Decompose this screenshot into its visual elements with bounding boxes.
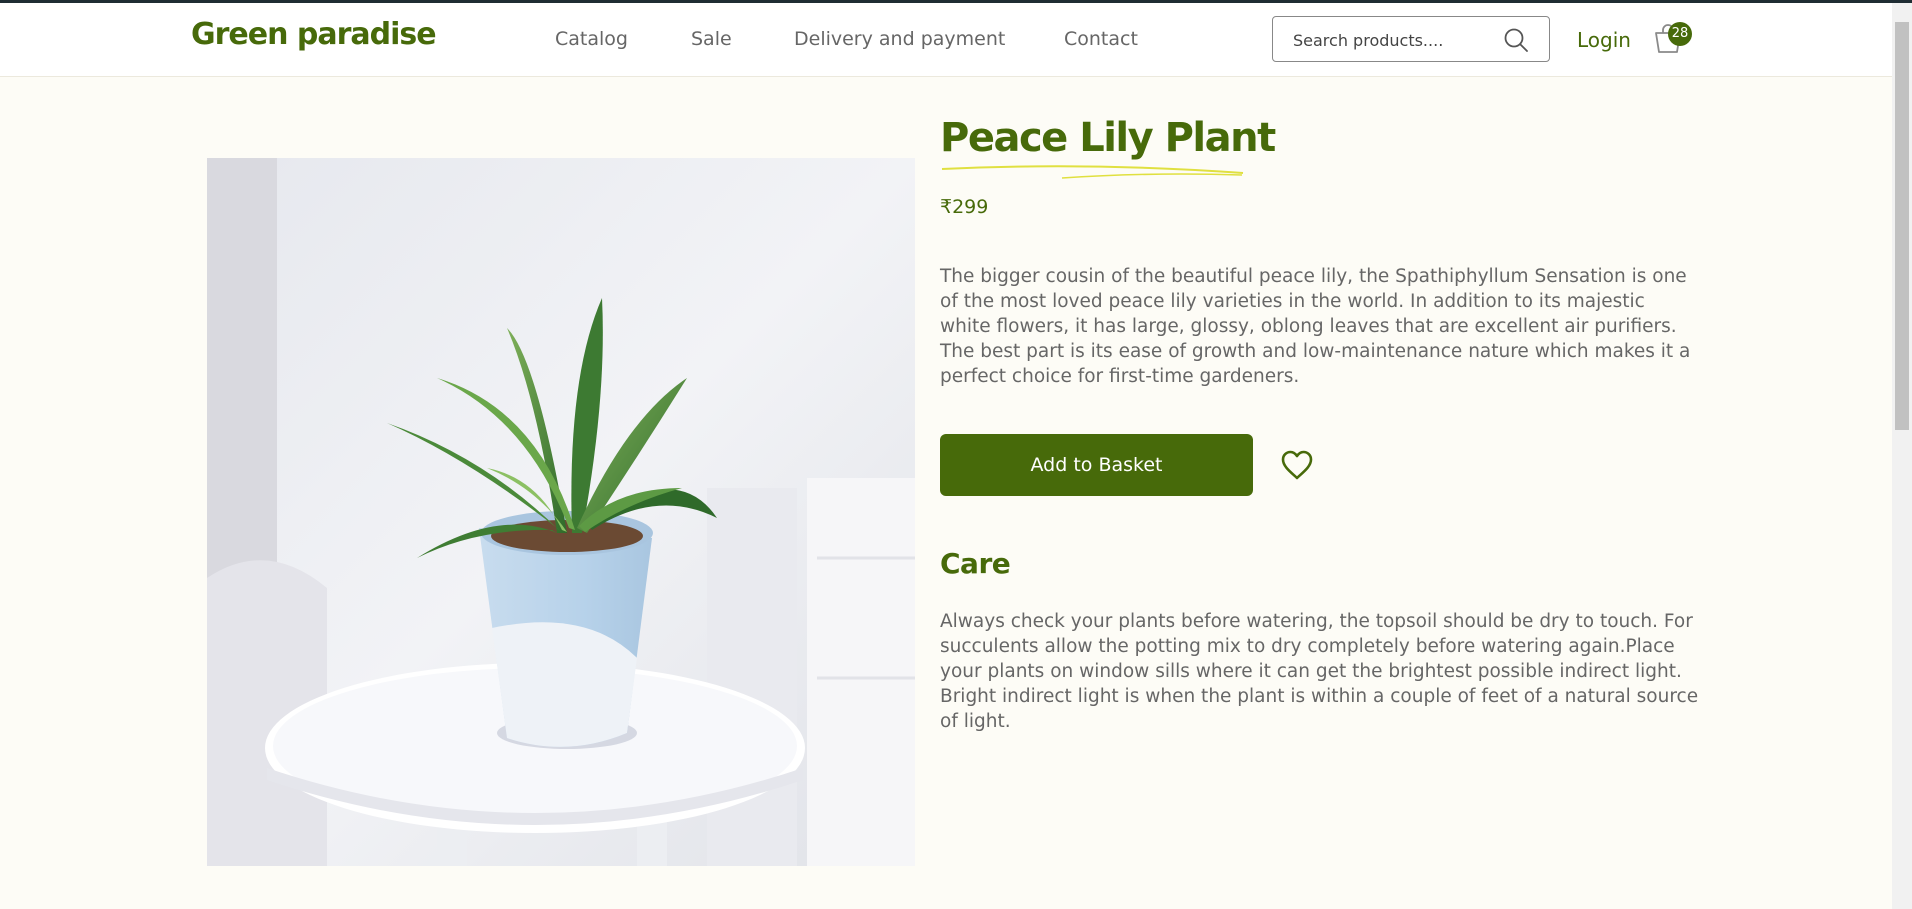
product-photo <box>207 158 915 866</box>
care-text: Always check your plants before watering… <box>940 611 1699 732</box>
site-logo[interactable]: Green paradise <box>191 17 437 52</box>
search-box <box>1272 16 1550 62</box>
nav-contact[interactable]: Contact <box>1064 28 1138 50</box>
product-price: ₹299 <box>940 196 989 218</box>
site-header: Green paradise Catalog Sale Delivery and… <box>0 3 1892 77</box>
title-underline <box>941 165 1244 179</box>
scrollbar-thumb[interactable] <box>1895 22 1909 430</box>
search-input[interactable] <box>1291 26 1495 54</box>
product-description: The bigger cousin of the beautiful peace… <box>940 266 1691 387</box>
add-to-basket-button[interactable]: Add to Basket <box>940 434 1253 496</box>
nav-catalog[interactable]: Catalog <box>555 28 628 50</box>
nav-sale[interactable]: Sale <box>691 28 732 50</box>
product-image[interactable] <box>207 158 915 866</box>
heart-icon[interactable] <box>1280 449 1314 481</box>
product-title: Peace Lily Plant <box>940 115 1276 161</box>
basket-count-badge: 28 <box>1668 22 1692 46</box>
search-icon[interactable] <box>1503 27 1529 53</box>
care-heading: Care <box>940 547 1011 580</box>
login-link[interactable]: Login <box>1577 28 1631 52</box>
nav-delivery-and-payment[interactable]: Delivery and payment <box>794 28 1005 50</box>
